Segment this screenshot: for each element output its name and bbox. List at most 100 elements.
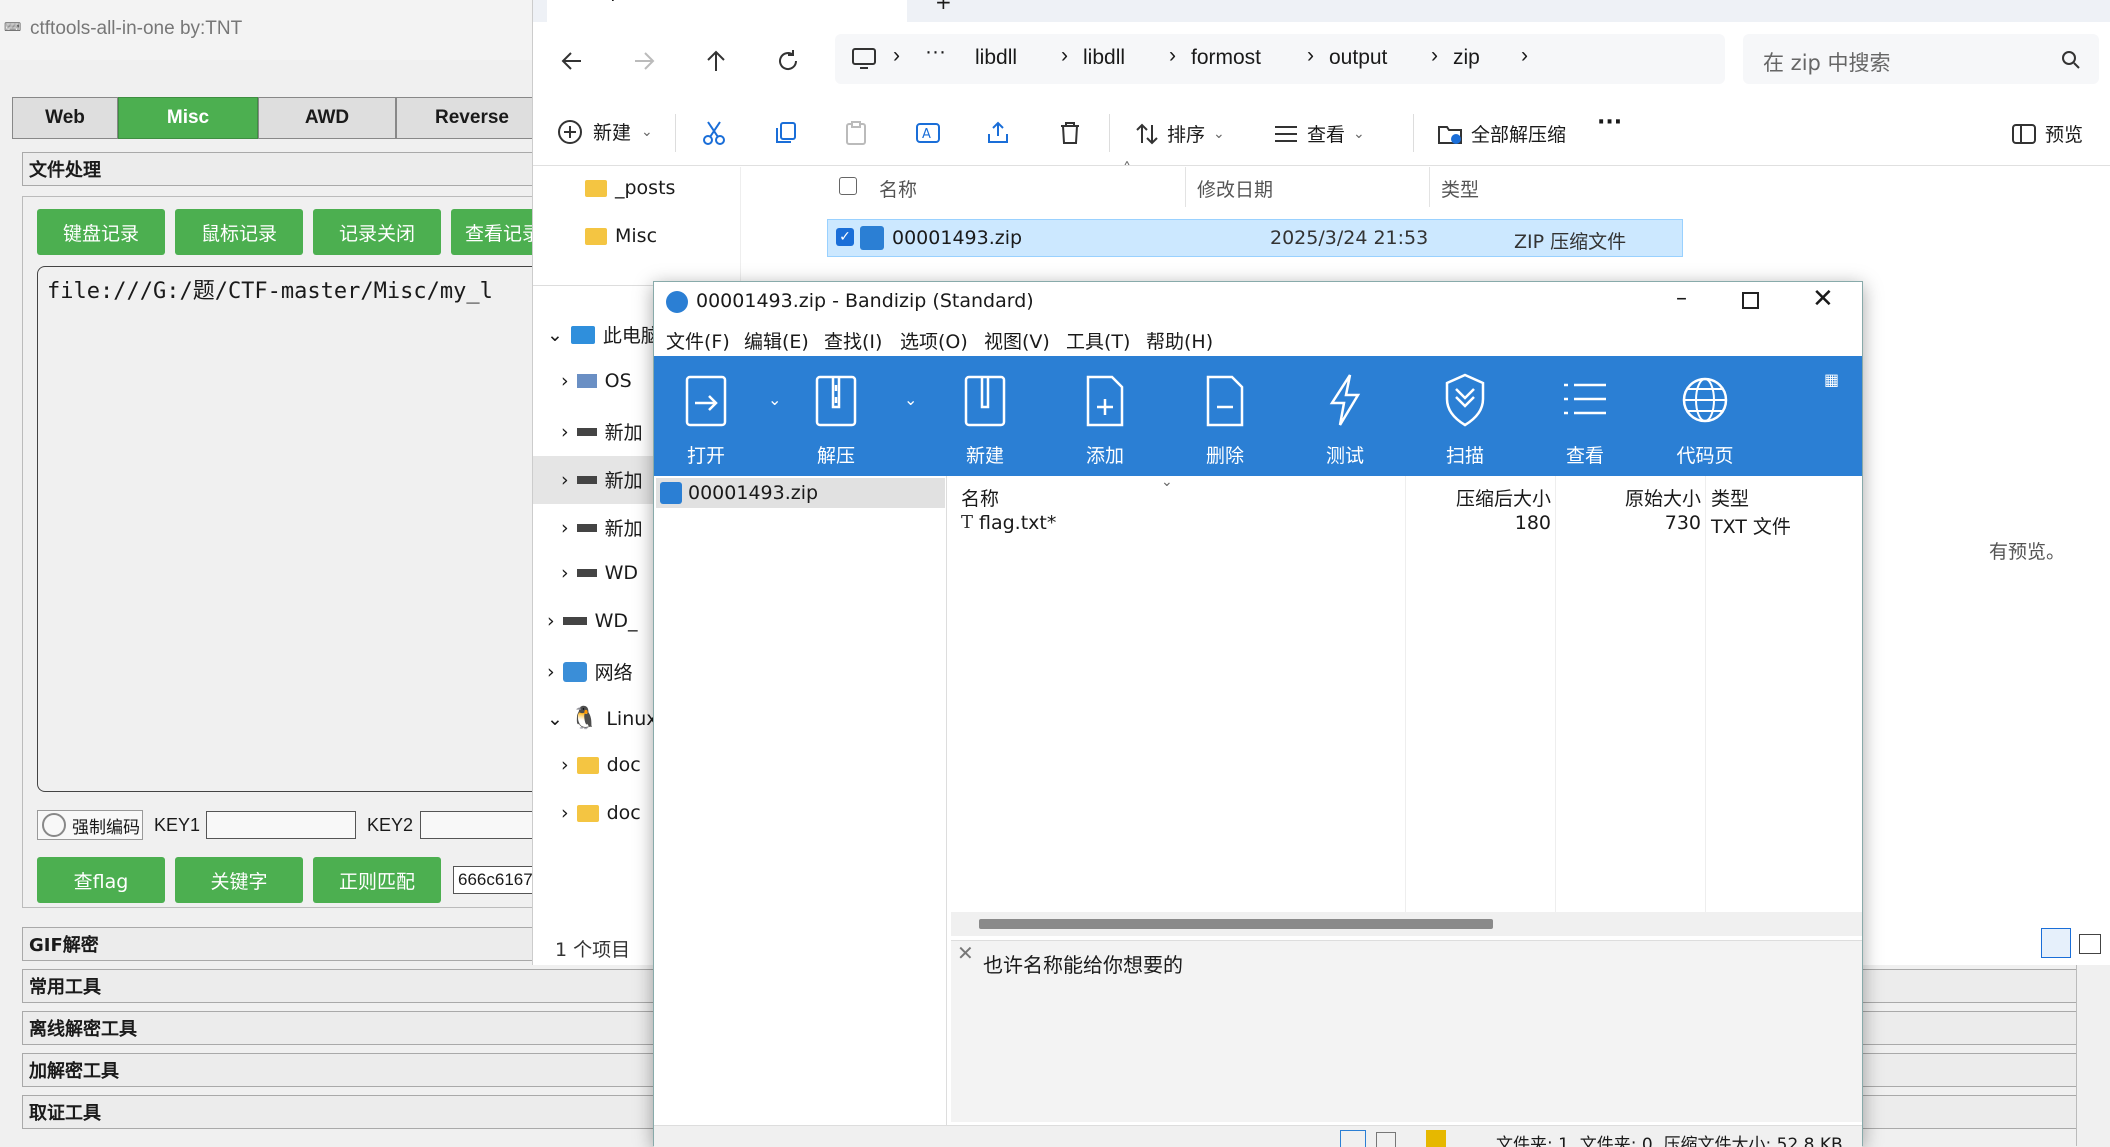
nav-item-misc[interactable]: Misc bbox=[585, 225, 657, 247]
menu-options[interactable]: 选项(O) bbox=[900, 327, 968, 354]
key2-input[interactable] bbox=[420, 811, 540, 839]
share-icon[interactable] bbox=[985, 120, 1011, 146]
add-tool-button[interactable]: 添加 bbox=[1050, 371, 1160, 475]
nav-item-new-volume-2[interactable]: › 新加 bbox=[561, 466, 643, 493]
breadcrumb-libdll-2[interactable]: libdll bbox=[1083, 46, 1125, 70]
find-flag-button[interactable]: 查flag bbox=[37, 857, 165, 903]
breadcrumb-libdll-1[interactable]: libdll bbox=[975, 46, 1017, 70]
up-icon[interactable] bbox=[703, 48, 729, 74]
more-icon[interactable]: ··· bbox=[1597, 110, 1622, 135]
column-compressed[interactable]: 压缩后大小 bbox=[1413, 484, 1551, 511]
view-button[interactable]: 查看 ⌄ bbox=[1273, 120, 1365, 147]
paste-icon[interactable] bbox=[843, 120, 869, 146]
menu-tools[interactable]: 工具(T) bbox=[1066, 327, 1130, 354]
nav-item-wd-1[interactable]: › WD bbox=[561, 562, 638, 584]
column-date[interactable]: 修改日期 bbox=[1197, 175, 1273, 202]
close-comment-icon[interactable]: ✕ bbox=[957, 941, 974, 965]
breadcrumb-formost[interactable]: formost bbox=[1191, 46, 1261, 70]
hex-result-input[interactable]: 666c6167 bbox=[453, 866, 540, 894]
details-view-icon[interactable] bbox=[1340, 1130, 1366, 1147]
search-icon[interactable] bbox=[2061, 50, 2081, 70]
file-row[interactable]: ✓ 00001493.zip 2025/3/24 21:53 ZIP 压缩文件 bbox=[827, 219, 1683, 257]
nav-item-network[interactable]: › 网络 bbox=[547, 658, 633, 685]
forward-icon[interactable] bbox=[631, 48, 657, 74]
mouse-record-button[interactable]: 鼠标记录 bbox=[175, 209, 303, 255]
tab-misc[interactable]: Misc bbox=[118, 97, 258, 139]
column-type[interactable]: 类型 bbox=[1441, 175, 1479, 202]
address-bar[interactable]: › ··· libdll › libdll › formost › output… bbox=[835, 34, 1725, 84]
minimize-icon[interactable]: – bbox=[1676, 286, 1687, 311]
copy-icon[interactable] bbox=[773, 120, 799, 146]
record-close-button[interactable]: 记录关闭 bbox=[313, 209, 441, 255]
preview-button[interactable]: 预览 bbox=[2011, 120, 2083, 147]
refresh-icon[interactable] bbox=[775, 48, 801, 74]
tiles-view-toggle[interactable] bbox=[2079, 934, 2101, 954]
list-view-icon[interactable] bbox=[1376, 1132, 1396, 1147]
nav-item-wd-2[interactable]: › WD_ bbox=[547, 610, 638, 632]
open-tool-button[interactable]: 打开 bbox=[651, 371, 761, 475]
cut-icon[interactable] bbox=[701, 120, 727, 146]
new-tab-icon[interactable]: + bbox=[935, 0, 952, 14]
menu-edit[interactable]: 编辑(E) bbox=[744, 327, 809, 354]
nav-item-this-pc[interactable]: ⌄ 此电脑 bbox=[547, 321, 660, 348]
close-window-icon[interactable]: ✕ bbox=[1812, 284, 1834, 314]
keyboard-record-button[interactable]: 键盘记录 bbox=[37, 209, 165, 255]
table-row[interactable]: T flag.txt* 180 730 TXT 文件 bbox=[951, 510, 1862, 540]
explorer-tab[interactable]: zip ✕ bbox=[547, 0, 907, 22]
new-archive-tool-button[interactable]: 新建 bbox=[930, 371, 1040, 475]
scan-tool-button[interactable]: 扫描 bbox=[1410, 371, 1520, 475]
search-box[interactable]: 在 zip 中搜索 bbox=[1743, 34, 2099, 84]
nav-item-posts[interactable]: _posts bbox=[585, 177, 675, 199]
select-all-checkbox[interactable] bbox=[839, 177, 857, 195]
key1-input[interactable] bbox=[206, 811, 356, 839]
column-type[interactable]: 类型 bbox=[1711, 484, 1749, 511]
grid-layout-icon[interactable]: ▦ bbox=[1824, 370, 1839, 389]
path-textarea[interactable]: file:///G:/题/CTF-master/Misc/my_l bbox=[37, 266, 540, 792]
ellipsis-icon[interactable]: ··· bbox=[925, 40, 946, 64]
extract-folder-icon bbox=[1438, 125, 1462, 144]
keyword-button[interactable]: 关键字 bbox=[175, 857, 303, 903]
force-encode-checkbox[interactable]: 强制编码 bbox=[37, 810, 143, 840]
details-view-toggle[interactable] bbox=[2041, 928, 2071, 958]
close-tab-icon[interactable]: ✕ bbox=[877, 0, 894, 2]
nav-item-new-volume-1[interactable]: › 新加 bbox=[561, 418, 643, 445]
chevron-down-icon[interactable]: ⌄ bbox=[768, 390, 781, 409]
regex-match-button[interactable]: 正则匹配 bbox=[313, 857, 441, 903]
nav-item-doc-2[interactable]: › doc bbox=[561, 802, 641, 824]
extract-tool-button[interactable]: 解压 bbox=[781, 371, 891, 475]
nav-item-linux[interactable]: ⌄ 🐧 Linux bbox=[547, 706, 658, 731]
breadcrumb-zip[interactable]: zip bbox=[1453, 46, 1480, 70]
column-original[interactable]: 原始大小 bbox=[1561, 484, 1701, 511]
tab-awd[interactable]: AWD bbox=[258, 97, 396, 139]
nav-item-doc-1[interactable]: › doc bbox=[561, 754, 641, 776]
section-file-processing[interactable]: 文件处理 bbox=[22, 152, 542, 186]
menu-help[interactable]: 帮助(H) bbox=[1146, 327, 1213, 354]
breadcrumb-output[interactable]: output bbox=[1329, 46, 1387, 70]
horizontal-scrollbar[interactable] bbox=[951, 912, 1862, 936]
ctf-scrollbar[interactable] bbox=[2076, 960, 2110, 1146]
chevron-down-icon[interactable]: ⌄ bbox=[904, 390, 917, 409]
codepage-tool-button[interactable]: 代码页 bbox=[1650, 371, 1760, 475]
nav-item-os[interactable]: › OS bbox=[561, 370, 632, 392]
menu-view[interactable]: 视图(V) bbox=[984, 327, 1050, 354]
menu-file[interactable]: 文件(F) bbox=[666, 327, 730, 354]
checked-icon[interactable]: ✓ bbox=[836, 228, 854, 246]
tab-reverse[interactable]: Reverse bbox=[396, 97, 548, 139]
menu-find[interactable]: 查找(I) bbox=[824, 327, 882, 354]
column-name[interactable]: 名称 bbox=[961, 484, 999, 511]
maximize-icon[interactable] bbox=[1742, 292, 1759, 309]
back-icon[interactable] bbox=[559, 48, 585, 74]
tree-item-selected[interactable]: 00001493.zip bbox=[656, 478, 945, 508]
view-tool-button[interactable]: 查看 bbox=[1530, 371, 1640, 475]
test-tool-button[interactable]: 测试 bbox=[1290, 371, 1400, 475]
new-button[interactable]: 新建 ⌄ bbox=[557, 118, 653, 145]
delete-tool-button[interactable]: 删除 bbox=[1170, 371, 1280, 475]
delete-icon[interactable] bbox=[1057, 120, 1083, 146]
extract-all-button[interactable]: 全部解压缩 bbox=[1437, 120, 1566, 147]
nav-item-new-volume-3[interactable]: › 新加 bbox=[561, 514, 643, 541]
rename-icon[interactable]: A bbox=[915, 120, 941, 146]
scrollbar-thumb[interactable] bbox=[979, 919, 1493, 929]
tab-web[interactable]: Web bbox=[12, 97, 118, 139]
sort-button[interactable]: 排序 ⌄ bbox=[1135, 120, 1225, 147]
column-name[interactable]: 名称 bbox=[879, 175, 917, 202]
